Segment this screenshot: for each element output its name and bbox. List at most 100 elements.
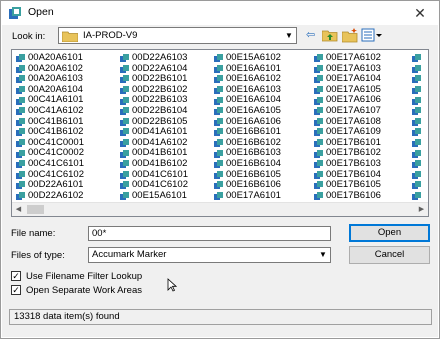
separate-work-areas-label[interactable]: Open Separate Work Areas [26, 285, 142, 296]
marker-file-icon [214, 96, 223, 105]
file-column: 00A20A6101 00A20A6102 00A20A6103 00A20A6104… [16, 52, 84, 202]
close-button[interactable]: ✕ [409, 3, 431, 23]
list-item[interactable] [412, 74, 424, 85]
file-name: 00D41B6102 [132, 157, 188, 169]
marker-file-icon [314, 192, 323, 201]
marker-file-icon [120, 75, 129, 84]
marker-file-icon [214, 64, 223, 73]
file-name-label: File name: [11, 228, 56, 239]
title-bar: Open ✕ [1, 1, 439, 25]
status-bar: 13318 data item(s) found [9, 309, 432, 325]
marker-file-icon [412, 96, 421, 105]
file-name-input[interactable]: 00* [88, 226, 331, 241]
horizontal-scrollbar[interactable]: ◀ ▶ [12, 202, 428, 216]
open-button[interactable]: Open [349, 224, 430, 242]
marker-file-icon [314, 54, 323, 63]
separate-work-areas-checkbox[interactable]: ✓ [11, 285, 21, 295]
marker-file-icon [214, 54, 223, 63]
marker-file-icon [16, 117, 25, 126]
marker-file-icon [16, 160, 25, 169]
list-item[interactable]: 00E17B6103 [314, 158, 381, 170]
list-item[interactable]: 00E17A6101 [214, 190, 281, 202]
list-item[interactable] [412, 180, 424, 191]
list-item[interactable]: 00D22A6102 [16, 189, 84, 202]
marker-file-icon [214, 139, 223, 148]
list-item[interactable] [412, 64, 424, 75]
files-of-type-label: Files of type: [11, 250, 65, 261]
view-menu-icon[interactable] [361, 27, 383, 43]
file-list[interactable]: 00A20A6101 00A20A6102 00A20A6103 00A20A6104… [11, 49, 429, 217]
list-item[interactable] [412, 117, 424, 128]
cancel-button[interactable]: Cancel [349, 246, 430, 264]
list-item[interactable] [412, 53, 424, 64]
list-item[interactable]: 00D22A6103 [120, 52, 188, 64]
look-in-combo[interactable]: IA-PROD-V9 ▼ [58, 27, 297, 44]
marker-file-icon [214, 86, 223, 95]
list-item[interactable]: 00A20A6101 [16, 52, 84, 64]
file-name: 00D22B6104 [132, 104, 188, 116]
new-folder-icon[interactable] [342, 27, 358, 43]
list-item[interactable]: 00E15A6102 [214, 52, 281, 64]
list-item[interactable]: 00C41A6102 [16, 105, 84, 117]
file-name: 00A20A6101 [28, 52, 83, 63]
list-item[interactable]: 00E15A6101 [120, 189, 188, 202]
list-item[interactable]: 00E17B6106 [314, 190, 381, 202]
list-item[interactable]: 00C41C6101 [16, 158, 84, 170]
list-item[interactable]: 00E16B6104 [214, 157, 281, 170]
marker-file-icon [314, 117, 323, 126]
look-in-value: IA-PROD-V9 [83, 30, 138, 41]
marker-file-icon [412, 75, 421, 84]
list-item[interactable] [412, 159, 424, 170]
marker-file-icon [120, 139, 129, 148]
list-item[interactable]: 00E17A6107 [314, 104, 381, 117]
marker-file-icon [314, 86, 323, 95]
marker-file-icon [16, 128, 25, 137]
file-column: 00E15A6102 00E16A6101 00E16A6102 00E16A6103… [214, 52, 281, 202]
mouse-cursor-icon [167, 278, 177, 292]
list-item[interactable] [412, 148, 424, 159]
chevron-down-icon[interactable]: ▼ [282, 28, 296, 43]
up-folder-icon[interactable] [322, 27, 338, 43]
marker-file-icon [314, 139, 323, 148]
scroll-right-icon[interactable]: ▶ [415, 203, 428, 216]
list-item[interactable]: 00E17A6102 [314, 52, 381, 64]
chevron-down-icon[interactable]: ▼ [316, 248, 330, 262]
marker-file-icon [16, 64, 25, 73]
list-item[interactable] [412, 138, 424, 149]
marker-file-icon [412, 54, 421, 63]
list-item[interactable]: 00D41B6102 [120, 157, 188, 170]
list-item[interactable]: 00D22B6104 [120, 104, 188, 117]
file-name: 00E16A6105 [226, 104, 281, 116]
dialog-title: Open [28, 6, 54, 18]
files-of-type-value: Accumark Marker [92, 249, 167, 260]
filename-filter-label[interactable]: Use Filename Filter Lookup [26, 271, 142, 282]
list-item[interactable] [412, 127, 424, 138]
files-of-type-select[interactable]: Accumark Marker ▼ [88, 247, 331, 263]
marker-file-icon [120, 128, 129, 137]
list-item[interactable] [412, 106, 424, 117]
list-item[interactable] [412, 170, 424, 181]
file-name: 00E17A6107 [326, 104, 381, 116]
marker-file-icon [214, 75, 223, 84]
marker-file-icon [314, 170, 323, 179]
list-item[interactable] [412, 95, 424, 106]
marker-file-icon [120, 181, 129, 190]
file-name: 00D22A6102 [28, 189, 84, 201]
marker-file-icon [412, 170, 421, 179]
marker-file-icon [16, 192, 25, 201]
marker-file-icon [16, 54, 25, 63]
list-item[interactable] [412, 85, 424, 96]
scroll-left-icon[interactable]: ◀ [12, 203, 25, 216]
back-icon[interactable]: ⇦ [306, 27, 315, 43]
marker-file-icon [214, 192, 223, 201]
file-name: 00E16B6104 [226, 157, 281, 169]
scrollbar-thumb[interactable] [27, 205, 44, 214]
marker-file-icon [120, 192, 129, 201]
file-name: 00E15A6101 [132, 189, 187, 201]
list-item[interactable] [412, 191, 424, 202]
marker-file-icon [214, 107, 223, 116]
filename-filter-checkbox[interactable]: ✓ [11, 271, 21, 281]
marker-file-icon [412, 86, 421, 95]
list-item[interactable]: 00E16A6105 [214, 104, 281, 117]
marker-file-icon [16, 107, 25, 116]
